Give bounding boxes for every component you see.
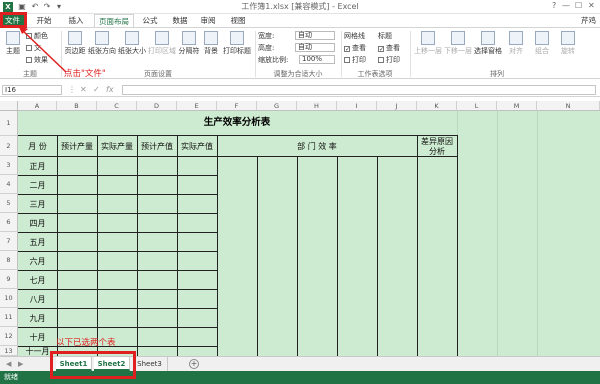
annotation-arrow (18, 25, 67, 73)
